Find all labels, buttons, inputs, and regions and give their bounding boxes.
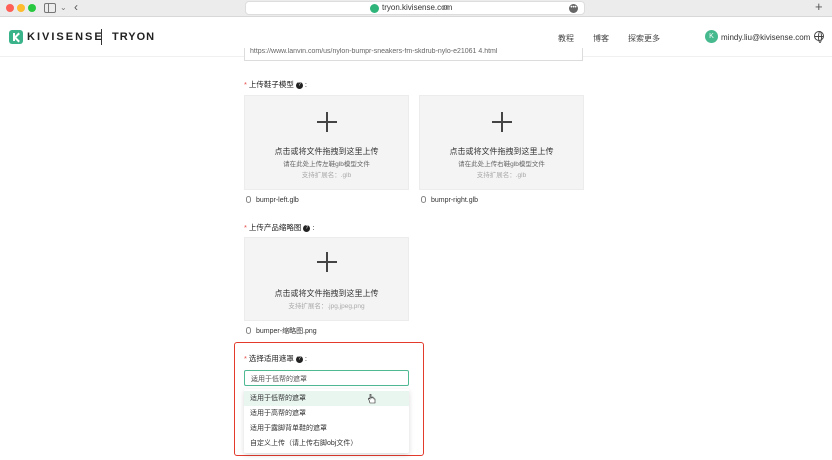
- plus-icon: [316, 252, 337, 272]
- uploaded-thumbnail-file[interactable]: bumper-缩略图.png: [246, 326, 317, 336]
- back-button[interactable]: ‹: [74, 0, 78, 14]
- hand-cursor-icon: [368, 394, 376, 404]
- mask-label: * 选择适用遮罩?:: [244, 354, 308, 363]
- chevron-down-icon[interactable]: ⌄: [60, 3, 67, 12]
- logo-divider: [101, 29, 102, 45]
- page-menu-icon[interactable]: •••: [569, 4, 578, 13]
- uploaded-file-right[interactable]: bumpr-right.glb: [421, 196, 478, 204]
- address-text: tryon.kivisense.com: [382, 3, 453, 12]
- mask-option-custom-upload[interactable]: 自定义上传（请上传右脚obj文件）: [244, 436, 409, 451]
- lock-icon: [443, 5, 448, 10]
- upload-subhint: 请在此处上传右鞋glb模型文件: [458, 161, 545, 168]
- minimize-window-button[interactable]: [17, 4, 25, 12]
- mask-option-high-top[interactable]: 适用于高帮的遮罩: [244, 406, 409, 421]
- nav-tutorial[interactable]: 教程: [558, 33, 574, 44]
- nav-blog[interactable]: 博客: [593, 33, 609, 44]
- uploaded-file-left[interactable]: bumpr-left.glb: [246, 196, 299, 204]
- right-shoe-upload-dropzone[interactable]: 点击或将文件拖拽到这里上传 请在此处上传右鞋glb模型文件 支持扩展名：.glb: [419, 95, 584, 190]
- paperclip-icon: [421, 196, 426, 203]
- paperclip-icon: [246, 196, 251, 203]
- sidebar-toggle-icon[interactable]: [44, 3, 56, 13]
- help-icon[interactable]: ?: [295, 82, 303, 89]
- mask-option-open-instep[interactable]: 适用于露脚背单鞋的遮罩: [244, 421, 409, 436]
- kivisense-logo-icon[interactable]: [9, 30, 23, 44]
- site-favicon: [370, 4, 379, 13]
- thumbnail-upload-dropzone[interactable]: 点击或将文件拖拽到这里上传 支持扩展名：.jpg,jpeg,png: [244, 237, 409, 321]
- help-icon[interactable]: ?: [295, 356, 303, 363]
- mask-select[interactable]: 适用于低帮的遮罩 ︿: [244, 370, 409, 386]
- upload-extensions: 支持扩展名：.glb: [476, 172, 527, 179]
- maximize-window-button[interactable]: [28, 4, 36, 12]
- browser-toolbar: ⌄ ‹ tryon.kivisense.com ••• +: [0, 0, 832, 17]
- shoe-model-label: * 上传鞋子模型?:: [244, 80, 308, 89]
- product-name: TRYON: [112, 31, 156, 43]
- upload-subhint: 请在此处上传左鞋glb模型文件: [283, 161, 370, 168]
- upload-extensions: 支持扩展名：.glb: [301, 172, 352, 179]
- upload-extensions: 支持扩展名：.jpg,jpeg,png: [288, 303, 365, 310]
- product-url-value: https://www.lanvin.com/us/nylon-bumpr-sn…: [250, 48, 498, 55]
- plus-icon: [316, 112, 337, 132]
- upload-hint: 点击或将文件拖拽到这里上传: [274, 289, 379, 298]
- chevron-up-icon: ︿: [251, 376, 258, 383]
- paperclip-icon: [246, 327, 251, 334]
- logo-text[interactable]: KIVISENSE: [27, 31, 104, 43]
- language-globe-icon[interactable]: [814, 31, 824, 43]
- mask-dropdown-menu: 适用于低帮的遮罩 适用于高帮的遮罩 适用于露脚背单鞋的遮罩 自定义上传（请上传右…: [244, 389, 409, 453]
- upload-hint: 点击或将文件拖拽到这里上传: [449, 147, 554, 156]
- mask-option-low-top[interactable]: 适用于低帮的遮罩: [244, 391, 409, 406]
- product-url-input[interactable]: https://www.lanvin.com/us/nylon-bumpr-sn…: [244, 48, 583, 61]
- nav-explore-more[interactable]: 探索更多: [628, 33, 660, 44]
- left-shoe-upload-dropzone[interactable]: 点击或将文件拖拽到这里上传 请在此处上传左鞋glb模型文件 支持扩展名：.glb: [244, 95, 409, 190]
- address-bar[interactable]: tryon.kivisense.com •••: [245, 1, 585, 15]
- upload-hint: 点击或将文件拖拽到这里上传: [274, 147, 379, 156]
- new-tab-button[interactable]: +: [815, 0, 823, 14]
- plus-icon: [491, 112, 512, 132]
- help-icon[interactable]: ?: [303, 225, 311, 232]
- user-email[interactable]: mindy.liu@kivisense.com: [721, 33, 810, 42]
- close-window-button[interactable]: [6, 4, 14, 12]
- avatar[interactable]: K: [705, 30, 718, 43]
- thumbnail-label: * 上传产品缩略图?:: [244, 223, 315, 232]
